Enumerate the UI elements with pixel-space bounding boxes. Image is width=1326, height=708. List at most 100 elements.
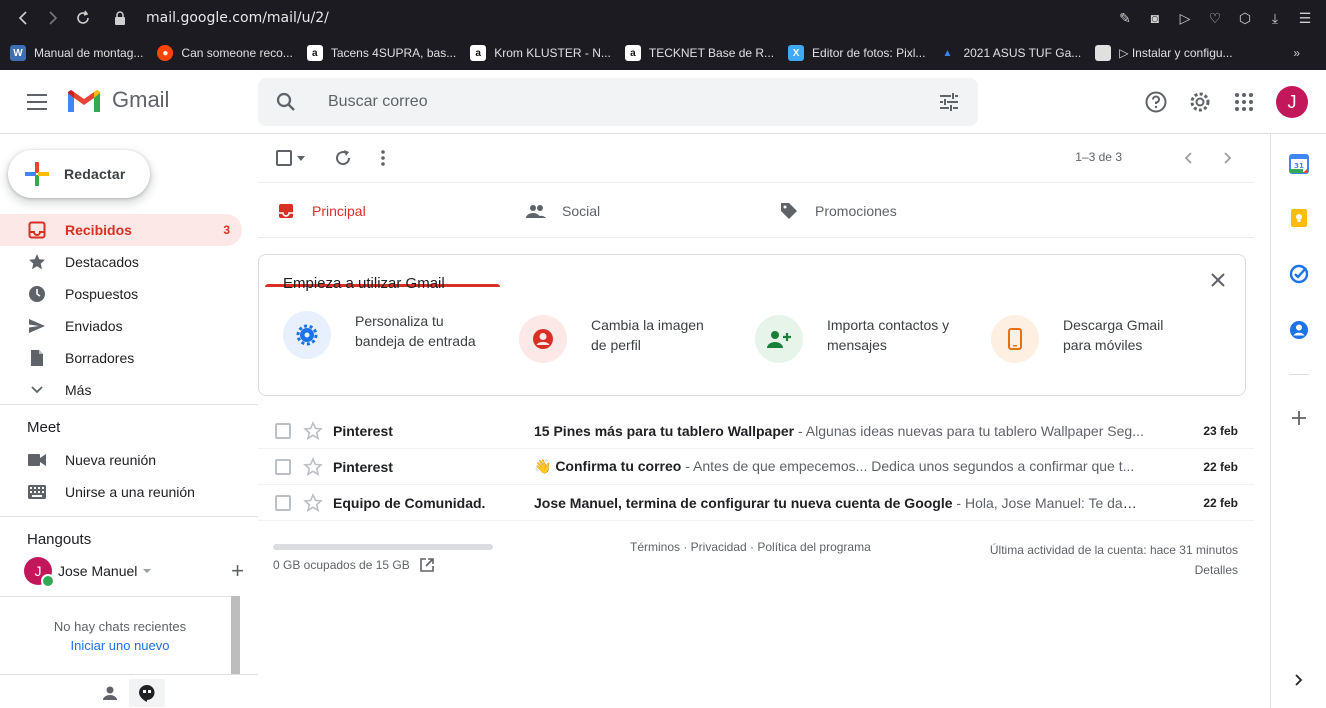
- compose-button[interactable]: Redactar: [8, 150, 150, 198]
- hangouts-user[interactable]: J Jose Manuel +: [24, 557, 244, 588]
- email-checkbox[interactable]: [275, 422, 291, 439]
- page-icon: [1095, 45, 1112, 61]
- email-row[interactable]: Pinterest 👋 Confirma tu correo - Antes de…: [258, 449, 1254, 485]
- main-menu-icon[interactable]: [22, 90, 52, 114]
- send-icon[interactable]: ▷: [1172, 3, 1198, 33]
- account-activity: Última actividad de la cuenta: hace 31 m…: [990, 540, 1238, 580]
- sidebar-item-mas[interactable]: Más: [0, 374, 242, 406]
- forward-icon[interactable]: [38, 3, 68, 33]
- category-tabs: Principal Social Promociones: [258, 182, 1254, 287]
- pagination-text: 1–3 de 3: [1075, 150, 1122, 164]
- email-checkbox[interactable]: [275, 494, 291, 511]
- email-row[interactable]: Pinterest 15 Pines más para tu tablero Wa…: [258, 413, 1254, 449]
- camera-icon[interactable]: ◙: [1142, 3, 1168, 33]
- chevron-right-icon[interactable]: [1287, 668, 1311, 692]
- tab-promociones[interactable]: Promociones: [779, 183, 897, 239]
- search-icon[interactable]: [274, 90, 298, 114]
- meet-title: Meet: [27, 419, 61, 436]
- join-meeting-item[interactable]: Unirse a una reunión: [0, 476, 242, 508]
- tab-label: Social: [562, 203, 601, 219]
- bookmark-item[interactable]: ▷ Instalar y configu...: [1095, 45, 1233, 61]
- hangouts-user-name: Jose Manuel: [58, 563, 138, 579]
- bookmark-item[interactable]: ▲ 2021 ASUS TUF Ga...: [939, 45, 1081, 61]
- keep-icon[interactable]: [1287, 206, 1311, 230]
- new-meeting-item[interactable]: Nueva reunión: [0, 444, 242, 476]
- add-chat-icon[interactable]: +: [231, 558, 244, 584]
- star-outline-icon[interactable]: [303, 420, 323, 441]
- email-snippet: - Algunas ideas nuevas para tu tablero W…: [794, 422, 1144, 439]
- bookmark-item[interactable]: a Tacens 4SUPRA, bas...: [306, 45, 456, 61]
- bookmark-item[interactable]: ● Can someone reco...: [157, 45, 293, 61]
- download-icon[interactable]: ⤓: [1262, 3, 1288, 33]
- calendar-icon[interactable]: 31: [1287, 152, 1311, 176]
- details-link[interactable]: Detalles: [990, 560, 1238, 580]
- heart-icon[interactable]: ♡: [1202, 3, 1228, 33]
- help-icon[interactable]: [1144, 90, 1168, 114]
- chat-scrollbar[interactable]: [231, 596, 240, 674]
- reload-icon[interactable]: [68, 3, 98, 33]
- cube-icon[interactable]: ⬡: [1232, 3, 1258, 33]
- tab-principal[interactable]: Principal: [276, 183, 366, 239]
- phone-icon: [991, 315, 1039, 363]
- apps-grid-icon[interactable]: [1232, 90, 1256, 114]
- start-chat-link[interactable]: Iniciar uno nuevo: [0, 638, 240, 653]
- select-all-checkbox[interactable]: [272, 146, 296, 170]
- menu-icon[interactable]: ☰: [1292, 3, 1318, 33]
- sidebar-item-pospuestos[interactable]: Pospuestos: [0, 278, 242, 310]
- account-avatar[interactable]: J: [1276, 86, 1308, 118]
- gmail-m-icon: [68, 90, 100, 112]
- side-panel: 31: [1270, 134, 1326, 708]
- contacts-person-icon[interactable]: [92, 679, 128, 707]
- promo-text: Cambia la imagen de perfil: [591, 317, 704, 353]
- email-snippet: - Antes de que empecemos... Dedica unos …: [681, 458, 1135, 474]
- bookmark-label: TECKNET Base de R...: [648, 46, 775, 60]
- email-sender: Equipo de Comunidad.: [333, 494, 486, 511]
- lock-icon[interactable]: [114, 11, 126, 25]
- chevron-left-icon[interactable]: [1176, 146, 1200, 170]
- star-outline-icon[interactable]: [303, 456, 323, 477]
- bookmark-item[interactable]: a TECKNET Base de R...: [624, 45, 775, 61]
- search-box[interactable]: [258, 78, 978, 126]
- back-icon[interactable]: [8, 3, 38, 33]
- refresh-icon[interactable]: [331, 146, 355, 170]
- hangouts-quote-icon[interactable]: [129, 679, 165, 707]
- add-addon-icon[interactable]: [1287, 406, 1311, 430]
- bookmark-item[interactable]: X Editor de fotos: Pixl...: [788, 45, 925, 61]
- search-options-icon[interactable]: [938, 91, 960, 113]
- email-checkbox[interactable]: [275, 458, 291, 475]
- caret-down-icon[interactable]: [143, 569, 152, 573]
- email-date: 22 feb: [1203, 459, 1238, 474]
- sidebar-item-recibidos[interactable]: Recibidos 3: [0, 214, 242, 246]
- more-vert-icon[interactable]: [371, 146, 395, 170]
- search-input[interactable]: [328, 93, 888, 111]
- sidebar: Redactar Recibidos 3 Destacados Pospuest…: [0, 134, 258, 708]
- address-bar[interactable]: mail.google.com/mail/u/2/: [146, 10, 329, 26]
- settings-gear-icon[interactable]: [1188, 90, 1212, 114]
- promo-item-profile[interactable]: Cambia la imagen de perfil: [519, 315, 721, 363]
- contacts-icon[interactable]: [1287, 318, 1311, 342]
- unread-count: 3: [223, 223, 230, 237]
- tasks-icon[interactable]: [1287, 262, 1311, 286]
- sidebar-item-destacados[interactable]: Destacados: [0, 246, 242, 278]
- storage-info: 0 GB ocupados de 15 GB: [273, 558, 434, 572]
- close-icon[interactable]: [1209, 271, 1227, 289]
- tab-social[interactable]: Social: [526, 183, 600, 239]
- bookmarks-more-icon[interactable]: »: [1293, 46, 1300, 60]
- bookmark-item[interactable]: a Krom KLUSTER - N...: [470, 45, 611, 61]
- email-row[interactable]: Equipo de Comunidad. Jose Manuel, termina…: [258, 485, 1254, 521]
- star-outline-icon[interactable]: [303, 492, 323, 513]
- gmail-logo[interactable]: Gmail: [66, 86, 169, 114]
- open-external-icon[interactable]: [419, 558, 434, 572]
- bookmark-label: Can someone reco...: [181, 46, 293, 60]
- sidebar-item-enviados[interactable]: Enviados: [0, 310, 242, 342]
- promo-item-mobile[interactable]: Descarga Gmail para móviles: [991, 315, 1193, 363]
- edit-icon[interactable]: ✎: [1112, 3, 1138, 33]
- select-dropdown-icon[interactable]: [294, 146, 308, 170]
- bookmark-item[interactable]: W Manual de montag...: [10, 45, 143, 61]
- sidebar-item-label: Destacados: [65, 254, 139, 270]
- sidebar-item-borradores[interactable]: Borradores: [0, 342, 242, 374]
- promo-item-customize[interactable]: Personaliza tu bandeja de entrada: [283, 311, 485, 359]
- footer-links[interactable]: Términos · Privacidad · Política del pro…: [630, 540, 871, 554]
- chevron-right-icon[interactable]: [1216, 146, 1240, 170]
- promo-item-import[interactable]: Importa contactos y mensajes: [755, 315, 957, 363]
